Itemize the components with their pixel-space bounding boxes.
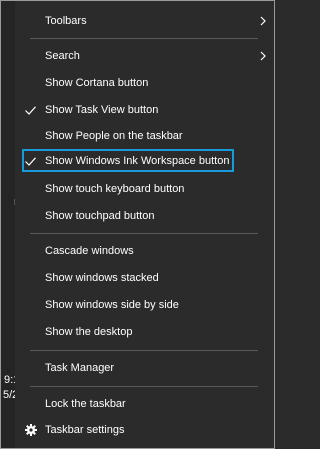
menu-item-label: Search: [45, 50, 80, 62]
menu-item-label: Show touchpad button: [45, 210, 155, 222]
menu-item-show-task-view-button[interactable]: Show Task View button: [15, 98, 274, 122]
menu-item-show-windows-ink-workspace-button[interactable]: Show Windows Ink Workspace button: [15, 149, 274, 173]
menu-item-label: Show Windows Ink Workspace button: [45, 155, 230, 167]
menu-item-toolbars[interactable]: Toolbars: [15, 9, 274, 33]
menu-item-task-manager[interactable]: Task Manager: [15, 356, 274, 380]
menu-item-label: Show Task View button: [45, 104, 159, 116]
menu-item-show-people-button[interactable]: Show People on the taskbar: [15, 124, 274, 148]
menu-separator: [30, 386, 258, 387]
menu-item-search[interactable]: Search: [15, 44, 274, 68]
checkmark-icon: [25, 157, 36, 166]
menu-item-cascade-windows[interactable]: Cascade windows: [15, 239, 274, 263]
menu-item-label: Show the desktop: [45, 326, 133, 338]
chevron-right-icon: [260, 51, 266, 61]
menu-item-label: Show windows stacked: [45, 272, 159, 284]
menu-item-label: Show Cortana button: [45, 77, 149, 89]
menu-item-label: Show touch keyboard button: [45, 183, 185, 195]
menu-item-show-windows-side-by-side[interactable]: Show windows side by side: [15, 293, 274, 317]
checkmark-icon: [25, 106, 36, 115]
menu-separator: [30, 38, 258, 39]
menu-item-show-cortana-button[interactable]: Show Cortana button: [15, 71, 274, 95]
menu-item-taskbar-settings[interactable]: Taskbar settings: [15, 418, 274, 442]
menu-item-show-touch-keyboard-button[interactable]: Show touch keyboard button: [15, 177, 274, 201]
menu-item-lock-the-taskbar[interactable]: Lock the taskbar: [15, 392, 274, 416]
clock-date: 5/2: [3, 389, 15, 401]
menu-separator: [30, 233, 258, 234]
menu-item-show-touchpad-button[interactable]: Show touchpad button: [15, 204, 274, 228]
screenshot-frame: 9:1 5/2 Toolbars Search Show Cortana but…: [0, 0, 275, 449]
menu-separator: [30, 350, 258, 351]
taskbar-context-menu: Toolbars Search Show Cortana button Show…: [15, 1, 274, 448]
taskbar-clock[interactable]: 9:1 5/2: [1, 373, 15, 403]
menu-item-label: Taskbar settings: [45, 424, 125, 436]
menu-item-label: Task Manager: [45, 362, 115, 374]
menu-item-label: Show People on the taskbar: [45, 130, 183, 142]
gear-icon: [25, 424, 37, 436]
menu-item-label: Show windows side by side: [45, 299, 179, 311]
clock-time: 9:1: [4, 374, 15, 386]
menu-item-label: Cascade windows: [45, 245, 134, 257]
menu-item-label: Lock the taskbar: [45, 398, 126, 410]
taskbar-strip: 9:1 5/2: [1, 1, 15, 448]
chevron-right-icon: [260, 16, 266, 26]
menu-item-show-windows-stacked[interactable]: Show windows stacked: [15, 266, 274, 290]
menu-item-label: Toolbars: [45, 15, 87, 27]
menu-item-show-the-desktop[interactable]: Show the desktop: [15, 320, 274, 344]
